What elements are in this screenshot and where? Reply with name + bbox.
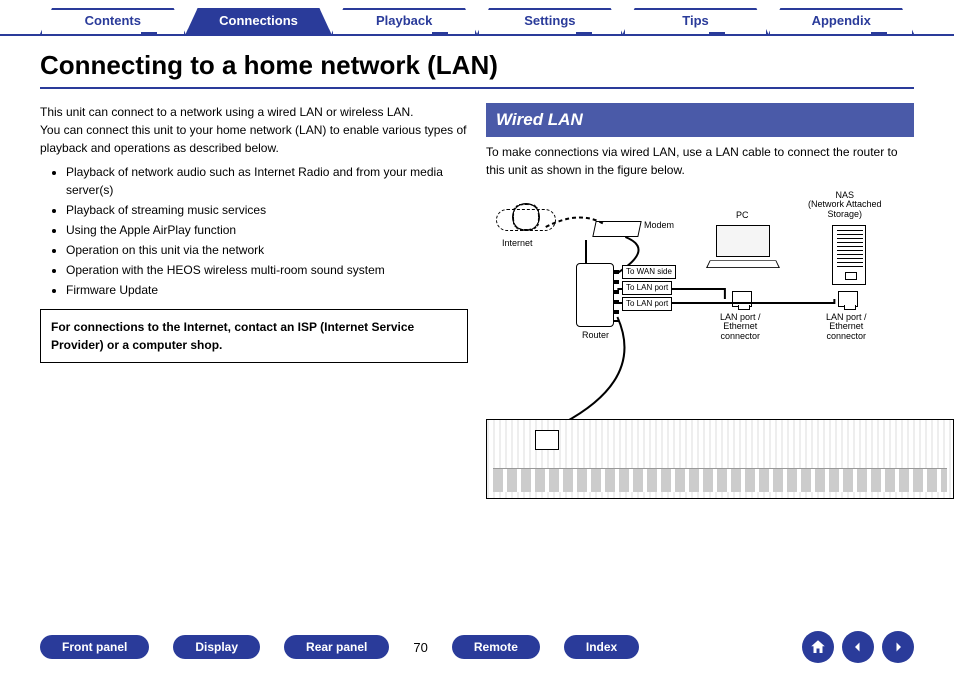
router-icon [576, 263, 614, 327]
tab-label: Settings [524, 13, 575, 28]
nav-icons [802, 631, 914, 663]
section-heading: Wired LAN [486, 103, 914, 137]
nav-index[interactable]: Index [564, 635, 639, 659]
nav-front-panel[interactable]: Front panel [40, 635, 149, 659]
list-item: Operation on this unit via the network [66, 241, 468, 259]
label-nas: NAS (Network Attached Storage) [808, 191, 882, 221]
label-to-lan-2: To LAN port [622, 297, 672, 311]
list-item: Playback of network audio such as Intern… [66, 163, 468, 199]
right-column: Wired LAN To make connections via wired … [486, 103, 914, 499]
tab-label: Connections [219, 13, 298, 28]
tab-label: Tips [682, 13, 709, 28]
ethernet-port-icon [732, 291, 752, 307]
globe-icon [512, 203, 540, 231]
list-item: Operation with the HEOS wireless multi-r… [66, 261, 468, 279]
label-eth-pc: LAN port / Ethernet connector [720, 313, 761, 343]
tab-label: Contents [85, 13, 141, 28]
tab-playback[interactable]: Playback [331, 8, 477, 34]
list-item: Playback of streaming music services [66, 201, 468, 219]
tab-settings[interactable]: Settings [477, 8, 623, 34]
tab-label: Appendix [812, 13, 871, 28]
tab-tips[interactable]: Tips [623, 8, 769, 34]
rear-panel-illustration [486, 419, 954, 499]
list-item: Using the Apple AirPlay function [66, 221, 468, 239]
nas-icon [832, 225, 866, 285]
label-to-wan: To WAN side [622, 265, 676, 279]
tab-label: Playback [376, 13, 432, 28]
label-to-lan-1: To LAN port [622, 281, 672, 295]
note-box: For connections to the Internet, contact… [40, 309, 468, 363]
nav-display[interactable]: Display [173, 635, 260, 659]
section-intro: To make connections via wired LAN, use a… [486, 143, 914, 179]
unit-ethernet-port-icon [535, 430, 559, 450]
prev-page-button[interactable] [842, 631, 874, 663]
content-columns: This unit can connect to a network using… [0, 93, 954, 499]
arrow-right-icon [889, 638, 907, 656]
label-eth-nas: LAN port / Ethernet connector [826, 313, 867, 343]
list-item: Firmware Update [66, 281, 468, 299]
modem-icon [592, 221, 641, 237]
nav-remote[interactable]: Remote [452, 635, 540, 659]
home-button[interactable] [802, 631, 834, 663]
tab-contents[interactable]: Contents [40, 8, 186, 34]
left-column: This unit can connect to a network using… [40, 103, 468, 499]
label-pc: PC [736, 211, 749, 221]
lan-diagram: Internet Modem Router To WAN side To LAN… [486, 179, 914, 499]
ethernet-port-icon [838, 291, 858, 307]
next-page-button[interactable] [882, 631, 914, 663]
label-router: Router [582, 331, 609, 341]
page-title: Connecting to a home network (LAN) [40, 50, 914, 89]
tab-appendix[interactable]: Appendix [768, 8, 914, 34]
tab-connections[interactable]: Connections [186, 8, 332, 34]
bottom-nav: Front panel Display Rear panel 70 Remote… [0, 631, 954, 663]
label-modem: Modem [644, 221, 674, 231]
feature-list: Playback of network audio such as Intern… [66, 163, 468, 299]
home-icon [809, 638, 827, 656]
intro-text-1: This unit can connect to a network using… [40, 103, 468, 121]
arrow-left-icon [849, 638, 867, 656]
intro-text-2: You can connect this unit to your home n… [40, 121, 468, 157]
label-internet: Internet [502, 239, 533, 249]
nav-rear-panel[interactable]: Rear panel [284, 635, 389, 659]
top-tab-bar: Contents Connections Playback Settings T… [0, 0, 954, 36]
laptop-icon [708, 225, 778, 273]
page-number: 70 [413, 640, 427, 655]
